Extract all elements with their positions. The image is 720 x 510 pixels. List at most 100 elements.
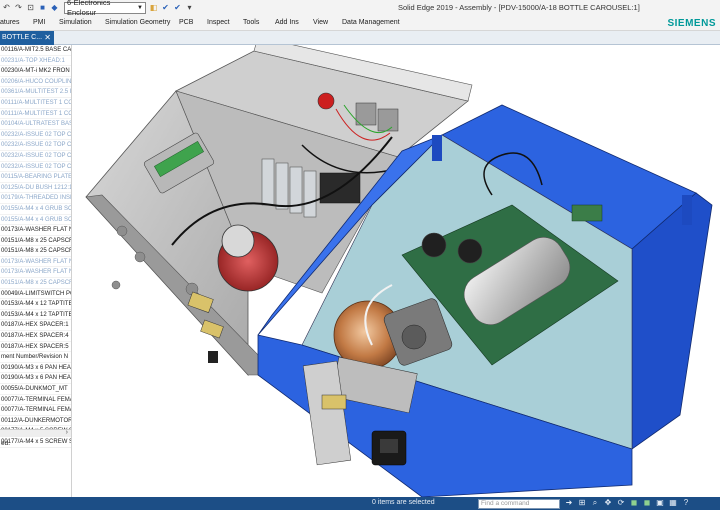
- pathfinder-item[interactable]: 00111/A-MULTITEST 1 CC: [0, 98, 71, 109]
- window-title: Solid Edge 2019 - Assembly - [PDV-15000/…: [398, 3, 640, 12]
- pathfinder-item[interactable]: ment Number/Revision N: [0, 352, 71, 363]
- rotate-icon[interactable]: ⟳: [616, 498, 626, 508]
- chevron-right-icon[interactable]: ›: [66, 429, 68, 436]
- tab-features[interactable]: atures: [0, 19, 19, 26]
- pathfinder-item[interactable]: 00187/A-HEX SPACER:1: [0, 320, 71, 332]
- din-rail-module: [261, 158, 275, 206]
- check-icon[interactable]: ✔: [161, 3, 170, 12]
- arrow-icon[interactable]: ➜: [564, 498, 574, 508]
- tab-pmi[interactable]: PMI: [33, 19, 45, 26]
- pathfinder-item[interactable]: 00153/A-M4 x 12 TAPTITE: [0, 299, 71, 310]
- tab-data-management[interactable]: Data Management: [342, 19, 400, 26]
- d-sub-connector: [321, 394, 347, 410]
- pathfinder-item[interactable]: 00125/A-DU BUSH 1212:1: [0, 183, 71, 194]
- pathfinder-item[interactable]: 00173/A-WASHER FLAT N: [0, 225, 71, 236]
- tab-inspect[interactable]: Inspect: [207, 19, 230, 26]
- pathfinder-item[interactable]: 00049/A-LIMITSWITCH PC: [0, 289, 71, 300]
- grid-icon[interactable]: ▦: [668, 498, 678, 508]
- blue-mounting-boss: [682, 195, 692, 225]
- pathfinder-item[interactable]: 00231/A-TOP XHEAD:1: [0, 56, 71, 67]
- fit-icon[interactable]: ⊞: [577, 498, 587, 508]
- chevron-down-icon: ▼: [137, 4, 143, 11]
- pathfinder-item[interactable]: 00232/A-ISSUE 02 TOP CI: [0, 140, 71, 151]
- display-icon[interactable]: ▣: [655, 498, 665, 508]
- pathfinder-item[interactable]: 00077/A-TERMINAL FEMA: [0, 395, 71, 406]
- undo-icon[interactable]: ↶: [2, 3, 11, 12]
- motor-endcap: [221, 224, 255, 258]
- view-icon[interactable]: ◼: [629, 498, 639, 508]
- zoom-icon[interactable]: ⌕: [590, 498, 600, 508]
- brand-logo: SIEMENS: [667, 18, 716, 29]
- view-controls: ➜ ⊞ ⌕ ✥ ⟳ ◼ ◼ ▣ ▦ ?: [564, 498, 691, 509]
- red-switch: [317, 92, 335, 110]
- close-icon[interactable]: ✕: [44, 31, 51, 45]
- grey-panel-hole: [111, 280, 121, 290]
- pathfinder-item[interactable]: 00151/A-M8 x 25 CAPSCF: [0, 236, 71, 247]
- horizontal-scrollbar[interactable]: ›: [0, 429, 71, 437]
- title-bar: ↶ ↷ ⊡ ■ ◆ 6-Electronics Enclosur ▼ ◧ ✔ ✔…: [0, 0, 720, 17]
- pan-icon[interactable]: ✥: [603, 498, 613, 508]
- pathfinder-item[interactable]: 00055/A-DUNKMOT_MT: [0, 384, 71, 395]
- pathfinder-item[interactable]: 00153/A-M4 x 12 TAPTITE: [0, 310, 71, 321]
- pcb-connector: [571, 204, 603, 222]
- pathfinder-item[interactable]: 00104/A-ULTRATEST BASE: [0, 119, 71, 130]
- pathfinder-item[interactable]: 00232/A-ISSUE 02 TOP CI: [0, 162, 71, 173]
- fold-icon[interactable]: ◧: [149, 3, 158, 12]
- shade-icon[interactable]: ◼: [642, 498, 652, 508]
- tab-view[interactable]: View: [313, 19, 328, 26]
- document-tab-label: BOTTLE C...: [2, 34, 43, 41]
- document-tab-strip: BOTTLE C... ✕: [0, 31, 720, 45]
- tab-add-ins[interactable]: Add Ins: [275, 19, 299, 26]
- pathfinder-item[interactable]: 00187/A-HEX SPACER:4: [0, 331, 71, 342]
- pathfinder-item[interactable]: 00179/A-THREADED INSE: [0, 193, 71, 204]
- pathfinder-item[interactable]: 00173/A-WASHER FLAT N: [0, 267, 71, 279]
- prompt-bar-text: ed.: [1, 440, 11, 447]
- pathfinder-item[interactable]: 00115/A-BEARING PLATE:: [0, 172, 71, 183]
- graphics-window[interactable]: [72, 45, 720, 497]
- pathfinder-item[interactable]: 00206/A-HUCO COUPLIN: [0, 77, 71, 88]
- document-tab[interactable]: BOTTLE C... ✕: [0, 31, 54, 45]
- enclosure-model[interactable]: [72, 45, 720, 497]
- pathfinder-item[interactable]: 00116/A-MIT2.5 BASE CAS: [0, 45, 71, 56]
- pathfinder-item[interactable]: 00232/A-ISSUE 02 TOP CI: [0, 130, 71, 141]
- pathfinder-item[interactable]: 00155/A-M4 x 4 GRUB SC: [0, 204, 71, 215]
- pathfinder-item[interactable]: 00177/A-M4 x 5 SCREW S: [0, 437, 71, 448]
- cube-icon[interactable]: ◆: [50, 3, 59, 12]
- gearbox-shaft: [401, 324, 427, 350]
- pathfinder-item[interactable]: 00173/A-WASHER FLAT N: [0, 257, 71, 268]
- select-icon[interactable]: ⊡: [26, 3, 35, 12]
- pathfinder-item[interactable]: 00232/A-ISSUE 02 TOP CI: [0, 151, 71, 162]
- help-icon[interactable]: ?: [681, 498, 691, 508]
- tab-simulation-geometry[interactable]: Simulation Geometry: [105, 19, 170, 26]
- pathfinder-list: 00116/A-MIT2.5 BASE CAS 00231/A-TOP XHEAD…: [0, 45, 71, 448]
- connector-block: [355, 102, 377, 126]
- pathfinder-item[interactable]: 00155/A-M4 x 4 GRUB SC: [0, 215, 71, 226]
- selection-status: 0 items are selected: [372, 499, 435, 506]
- pathfinder-item[interactable]: 00190/A-M3 x 6 PAN HEA: [0, 373, 71, 384]
- din-rail-module: [303, 170, 317, 218]
- command-finder-input[interactable]: Find a command: [478, 498, 560, 509]
- more-icon[interactable]: ▾: [185, 3, 194, 12]
- pathfinder-item[interactable]: 00187/A-HEX SPACER:5: [0, 342, 71, 353]
- pathfinder-item[interactable]: 00111/A-MULTITEST 1 CC: [0, 109, 71, 120]
- pathfinder-item[interactable]: 00230/A-MT-i MK2 FRON: [0, 66, 71, 77]
- check-icon[interactable]: ✔: [173, 3, 182, 12]
- quick-access-toolbar: ↶ ↷ ⊡ ■ ◆ 6-Electronics Enclosur ▼ ◧ ✔ ✔…: [0, 0, 194, 17]
- tab-tools[interactable]: Tools: [243, 19, 259, 26]
- pathfinder-item[interactable]: 00151/A-M8 x 25 CAPSCF: [0, 246, 71, 257]
- pathfinder-item[interactable]: 00361/A-MULTITEST 2.5 I: [0, 87, 71, 98]
- save-icon[interactable]: ■: [38, 3, 47, 12]
- tab-simulation[interactable]: Simulation: [59, 19, 92, 26]
- pathfinder-item[interactable]: 00190/A-M3 x 6 PAN HEA: [0, 363, 71, 374]
- power-inlet-socket: [380, 439, 398, 453]
- pathfinder-item[interactable]: 00112/A-DUNKERMOTOR: [0, 416, 71, 427]
- redo-icon[interactable]: ↷: [14, 3, 23, 12]
- environment-select[interactable]: 6-Electronics Enclosur ▼: [64, 0, 146, 17]
- tab-pcb[interactable]: PCB: [179, 19, 193, 26]
- ribbon-tab-bar: atures PMI Simulation Simulation Geometr…: [0, 15, 720, 31]
- capacitor: [457, 238, 483, 264]
- din-rail-module: [275, 162, 289, 210]
- pathfinder-item[interactable]: 00151/A-M8 x 25 CAPSCF: [0, 278, 71, 289]
- pathfinder-item[interactable]: 00077/A-TERMINAL FEMA: [0, 405, 71, 416]
- pathfinder-pane: 00116/A-MIT2.5 BASE CAS 00231/A-TOP XHEAD…: [0, 45, 72, 497]
